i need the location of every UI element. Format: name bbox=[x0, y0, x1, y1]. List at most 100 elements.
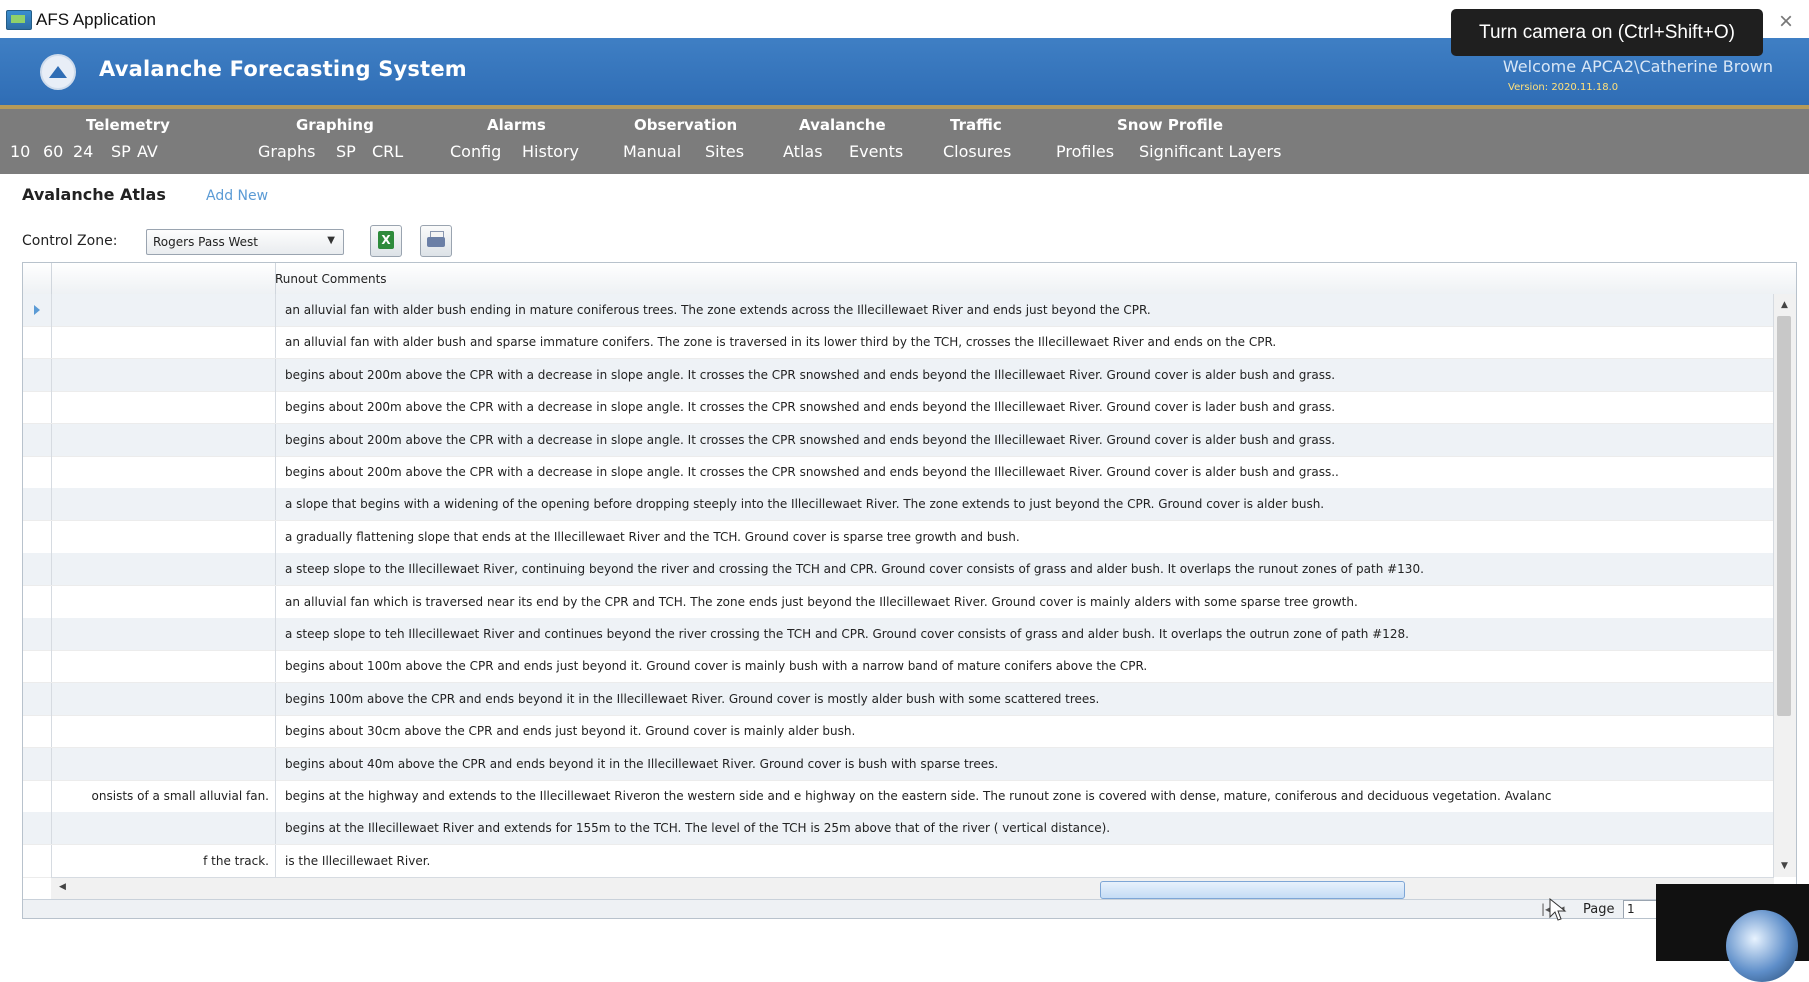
menu-item-manual[interactable]: Manual bbox=[623, 142, 681, 161]
print-icon[interactable] bbox=[420, 225, 452, 257]
table-row[interactable]: an alluvial fan with alder bush and spar… bbox=[23, 326, 1774, 360]
table-cell bbox=[51, 488, 276, 521]
table-row[interactable]: an alluvial fan which is traversed near … bbox=[23, 585, 1774, 619]
table-row[interactable]: begins about 200m above the CPR with a d… bbox=[23, 456, 1774, 489]
table-row[interactable]: begins about 200m above the CPR with a d… bbox=[23, 423, 1774, 457]
control-zone-select[interactable]: Rogers Pass West ▼ bbox=[146, 229, 344, 255]
table-row[interactable]: f the track. is the Illecillewaet River. bbox=[23, 844, 1774, 878]
runout-comment-cell: begins about 200m above the CPR with a d… bbox=[285, 400, 1336, 415]
menu-item-atlas[interactable]: Atlas bbox=[783, 142, 823, 161]
runout-comment-cell: begins about 100m above the CPR and ends… bbox=[285, 659, 1148, 674]
table-row[interactable]: a gradually flattening slope that ends a… bbox=[23, 520, 1774, 554]
table-row[interactable]: a slope that begins with a widening of t… bbox=[23, 488, 1774, 522]
menu-item-60[interactable]: 60 bbox=[43, 142, 63, 161]
table-row[interactable]: a steep slope to the Illecillewaet River… bbox=[23, 553, 1774, 587]
menu-item-sp[interactable]: SP bbox=[336, 142, 356, 161]
row-indicator[interactable] bbox=[23, 553, 52, 586]
row-indicator[interactable] bbox=[23, 747, 52, 780]
menu-item-significant-layers[interactable]: Significant Layers bbox=[1139, 142, 1281, 161]
table-row[interactable]: begins about 200m above the CPR with a d… bbox=[23, 391, 1774, 425]
table-cell bbox=[51, 423, 276, 456]
table-cell bbox=[51, 520, 276, 553]
menu-item-profiles[interactable]: Profiles bbox=[1056, 142, 1114, 161]
table-row[interactable]: begins at the Illecillewaet River and ex… bbox=[23, 812, 1774, 846]
row-indicator[interactable] bbox=[23, 520, 52, 553]
menu-item-sp[interactable]: SP bbox=[111, 142, 131, 161]
table-row[interactable]: begins 100m above the CPR and ends beyon… bbox=[23, 682, 1774, 716]
table-cell bbox=[51, 294, 276, 326]
row-indicator[interactable] bbox=[23, 844, 52, 877]
main-menu: Telemetry 10 60 24 SP AV Graphing Graphs SP CRL Al… bbox=[0, 109, 1809, 174]
row-indicator[interactable] bbox=[23, 391, 52, 424]
menu-item-config[interactable]: Config bbox=[450, 142, 501, 161]
menu-item-closures[interactable]: Closures bbox=[943, 142, 1011, 161]
menu-item-events[interactable]: Events bbox=[849, 142, 903, 161]
table-cell bbox=[51, 650, 276, 683]
menu-item-24[interactable]: 24 bbox=[73, 142, 93, 161]
row-indicator[interactable] bbox=[23, 326, 52, 359]
row-indicator[interactable] bbox=[23, 488, 52, 521]
menu-group-title: Traffic bbox=[950, 116, 1002, 134]
grid-rows: an alluvial fan with alder bush ending i… bbox=[23, 294, 1774, 878]
control-zone-value: Rogers Pass West bbox=[153, 235, 259, 249]
row-indicator[interactable] bbox=[23, 423, 52, 456]
vertical-scrollbar[interactable]: ▲ ▼ bbox=[1773, 294, 1796, 877]
menu-item-crl[interactable]: CRL bbox=[372, 142, 403, 161]
menu-group-title: Telemetry bbox=[86, 116, 170, 134]
vertical-scroll-thumb[interactable] bbox=[1777, 316, 1791, 716]
app-icon bbox=[6, 10, 32, 30]
menu-group-title: Snow Profile bbox=[1117, 116, 1223, 134]
add-new-link[interactable]: Add New bbox=[206, 188, 268, 204]
menu-group-title: Graphing bbox=[296, 116, 374, 134]
table-cell bbox=[51, 391, 276, 424]
row-indicator[interactable] bbox=[23, 358, 52, 391]
table-cell bbox=[51, 585, 276, 618]
table-row[interactable]: an alluvial fan with alder bush ending i… bbox=[23, 294, 1774, 327]
menu-item-10[interactable]: 10 bbox=[10, 142, 30, 161]
scroll-up-icon[interactable]: ▲ bbox=[1781, 300, 1788, 310]
column-header-runout-comments[interactable]: Runout Comments bbox=[275, 272, 387, 286]
scroll-down-icon[interactable]: ▼ bbox=[1781, 861, 1788, 871]
runout-comment-cell: begins about 30cm above the CPR and ends… bbox=[285, 724, 856, 739]
table-cell bbox=[51, 715, 276, 748]
table-cell bbox=[51, 747, 276, 780]
row-indicator[interactable] bbox=[23, 682, 52, 715]
row-indicator[interactable] bbox=[23, 780, 52, 812]
table-row[interactable]: begins about 30cm above the CPR and ends… bbox=[23, 715, 1774, 749]
table-cell: onsists of a small alluvial fan. bbox=[51, 780, 276, 812]
table-row[interactable]: a steep slope to teh Illecillewaet River… bbox=[23, 618, 1774, 651]
table-row[interactable]: onsists of a small alluvial fan. begins a… bbox=[23, 780, 1774, 813]
table-cell bbox=[51, 812, 276, 845]
table-cell bbox=[51, 456, 276, 488]
row-indicator[interactable] bbox=[23, 618, 52, 650]
menu-group-title: Alarms bbox=[487, 116, 546, 134]
page-number-input[interactable]: 1 bbox=[1623, 900, 1658, 918]
current-row-indicator-icon[interactable] bbox=[23, 294, 52, 326]
cell-text: f the track. bbox=[203, 853, 269, 868]
runout-comment-cell: begins about 200m above the CPR with a d… bbox=[285, 432, 1336, 447]
horizontal-scroll-thumb[interactable] bbox=[1100, 881, 1405, 899]
cell-text: onsists of a small alluvial fan. bbox=[91, 789, 269, 803]
excel-export-icon[interactable] bbox=[370, 225, 402, 257]
row-indicator[interactable] bbox=[23, 650, 52, 683]
row-indicator[interactable] bbox=[23, 456, 52, 488]
runout-comment-cell: begins about 40m above the CPR and ends … bbox=[285, 756, 999, 771]
row-indicator[interactable] bbox=[23, 812, 52, 845]
row-indicator[interactable] bbox=[23, 585, 52, 618]
chevron-down-icon: ▼ bbox=[327, 235, 335, 246]
table-row[interactable]: begins about 200m above the CPR with a d… bbox=[23, 358, 1774, 392]
horizontal-scrollbar[interactable]: ◀ bbox=[51, 877, 1774, 900]
scroll-left-icon[interactable]: ◀ bbox=[59, 882, 66, 892]
menu-item-sites[interactable]: Sites bbox=[705, 142, 744, 161]
table-row[interactable]: begins about 100m above the CPR and ends… bbox=[23, 650, 1774, 684]
system-title: Avalanche Forecasting System bbox=[99, 57, 467, 81]
menu-item-graphs[interactable]: Graphs bbox=[258, 142, 315, 161]
close-icon[interactable]: × bbox=[1779, 8, 1793, 36]
menu-item-av[interactable]: AV bbox=[137, 142, 158, 161]
table-row[interactable]: begins about 40m above the CPR and ends … bbox=[23, 747, 1774, 781]
window-title: AFS Application bbox=[36, 10, 157, 29]
row-indicator[interactable] bbox=[23, 715, 52, 748]
runout-comment-cell: an alluvial fan which is traversed near … bbox=[285, 594, 1358, 609]
menu-group-title: Avalanche bbox=[799, 116, 886, 134]
menu-item-history[interactable]: History bbox=[522, 142, 579, 161]
